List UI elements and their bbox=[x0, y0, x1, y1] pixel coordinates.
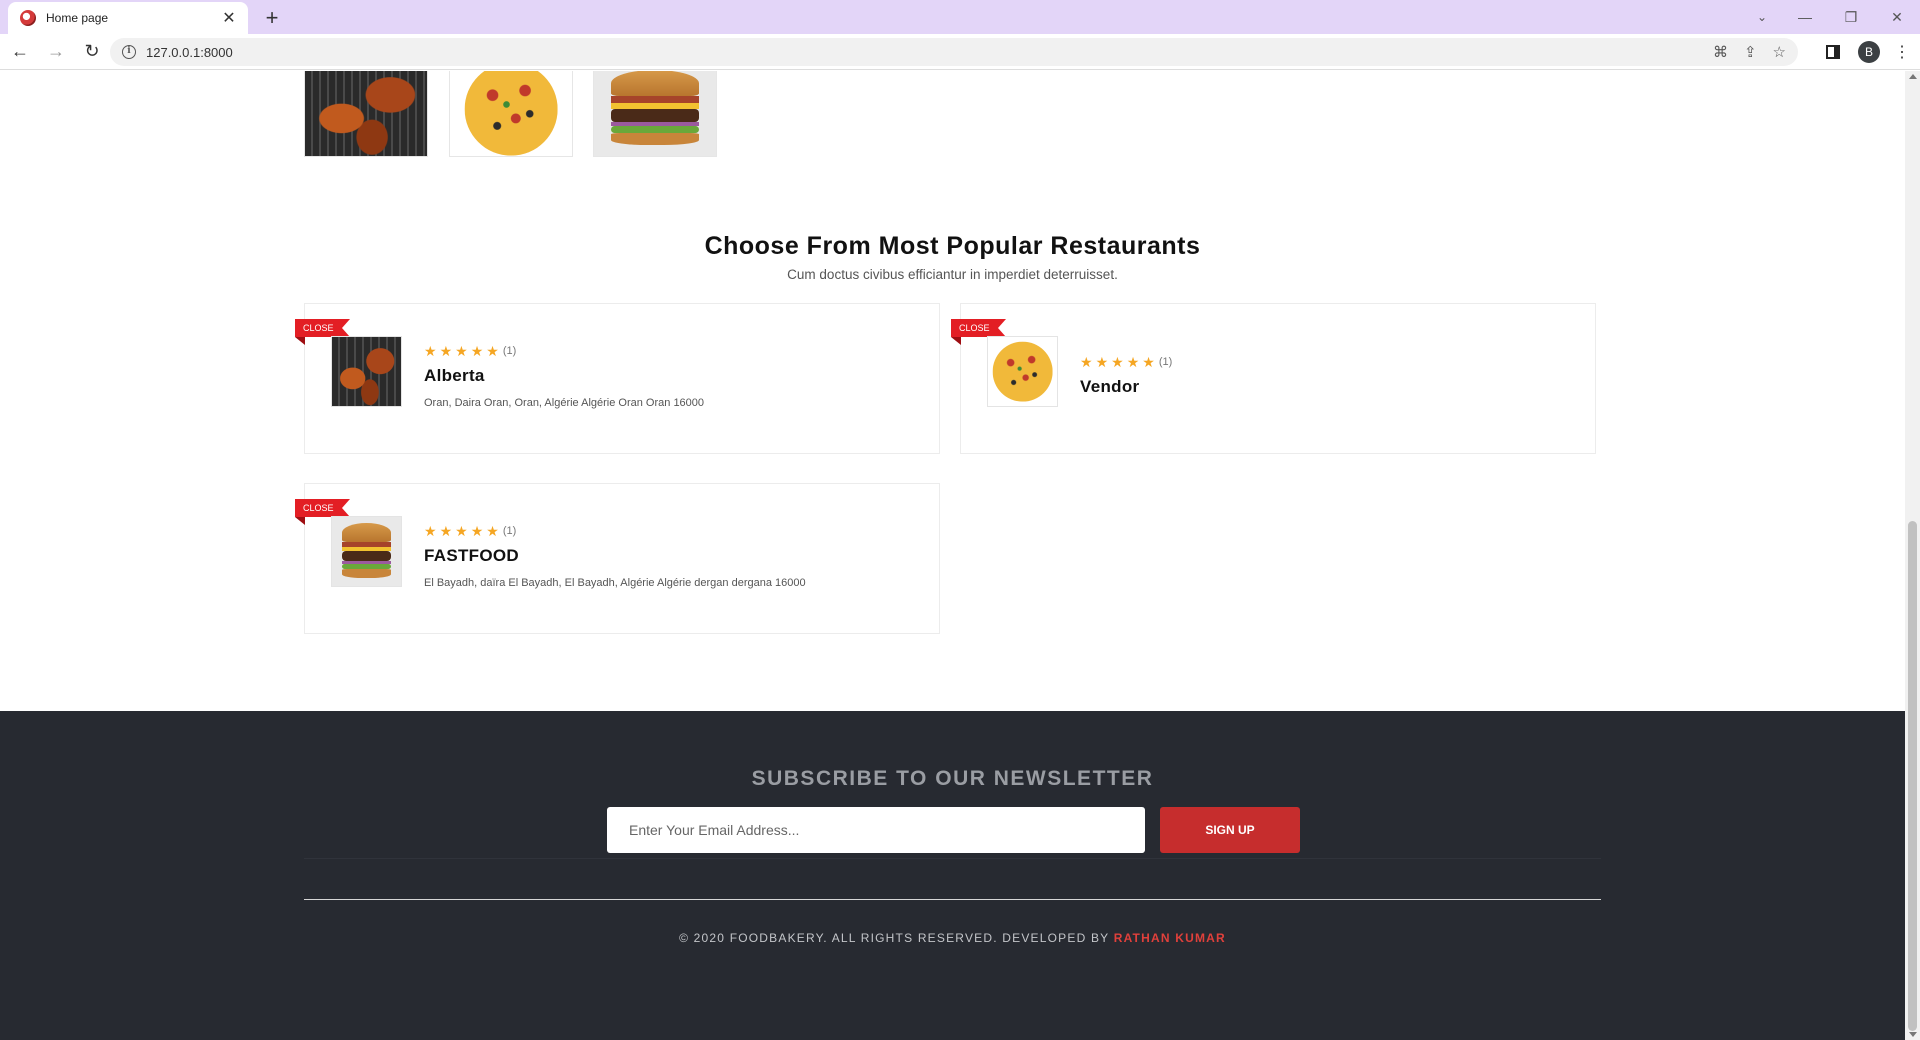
forward-icon[interactable]: → bbox=[40, 36, 72, 68]
rating-stars: ★ ★ ★ ★ ★ (1) bbox=[1080, 355, 1172, 369]
url-text[interactable]: 127.0.0.1:8000 bbox=[146, 45, 1697, 60]
restaurant-image[interactable] bbox=[987, 336, 1058, 407]
scroll-up-icon[interactable] bbox=[1909, 74, 1917, 79]
rating-count: (1) bbox=[502, 525, 517, 537]
close-tab-icon[interactable]: ✕ bbox=[220, 8, 238, 28]
category-thumb-burger[interactable] bbox=[593, 71, 717, 157]
pizza-image bbox=[465, 71, 558, 155]
star-icon: ★ bbox=[1142, 354, 1155, 370]
restaurant-card[interactable]: CLOSE ★ ★ ★ ★ ★ (1) FASTFOOD El Bayadh, … bbox=[295, 483, 940, 634]
favicon-icon bbox=[20, 10, 36, 26]
tab-search-icon[interactable]: ⌄ bbox=[1742, 10, 1782, 24]
email-field[interactable] bbox=[607, 807, 1145, 853]
copyright-text: © 2020 FOODBAKERY. ALL RIGHTS RESERVED. … bbox=[0, 931, 1905, 945]
star-icon: ★ bbox=[1095, 354, 1109, 370]
restaurant-address: Oran, Daira Oran, Oran, Algérie Algérie … bbox=[424, 397, 705, 409]
status-badge: CLOSE bbox=[295, 499, 349, 525]
toolbar-right: B ⋮ bbox=[1826, 38, 1910, 66]
star-icon: ★ bbox=[470, 343, 484, 359]
browser-toolbar: ← → ↻ i 127.0.0.1:8000 ⌘ ⇪ ☆ B ⋮ bbox=[0, 34, 1920, 70]
rating-stars: ★ ★ ★ ★ ★ (1) bbox=[424, 524, 806, 538]
status-badge: CLOSE bbox=[951, 319, 1005, 345]
restaurant-image[interactable] bbox=[331, 336, 402, 407]
close-window-icon[interactable]: ✕ bbox=[1874, 9, 1920, 26]
rating-count: (1) bbox=[502, 345, 517, 357]
developer-link[interactable]: RATHAN KUMAR bbox=[1114, 931, 1226, 945]
restaurant-address: El Bayadh, daïra El Bayadh, El Bayadh, A… bbox=[424, 577, 806, 589]
section-title: Choose From Most Popular Restaurants bbox=[704, 232, 1201, 260]
star-icon: ★ bbox=[439, 343, 453, 359]
star-icon: ★ bbox=[424, 523, 437, 539]
status-badge: CLOSE bbox=[295, 319, 349, 345]
restaurant-info: ★ ★ ★ ★ ★ (1) Vendor bbox=[1080, 355, 1172, 397]
chicken-image bbox=[305, 71, 427, 156]
kebab-menu-icon[interactable]: ⋮ bbox=[1894, 42, 1910, 62]
profile-avatar[interactable]: B bbox=[1858, 41, 1880, 63]
site-info-icon[interactable]: i bbox=[122, 45, 136, 59]
star-icon: ★ bbox=[455, 343, 468, 359]
chicken-image bbox=[332, 337, 401, 406]
page-scrollbar[interactable] bbox=[1905, 71, 1920, 1040]
category-thumb-chicken[interactable] bbox=[304, 71, 428, 157]
page-viewport: Choose From Most Popular Restaurants Cum… bbox=[0, 71, 1905, 1040]
rating-count: (1) bbox=[1158, 356, 1173, 368]
minimize-icon[interactable]: — bbox=[1782, 9, 1828, 25]
browser-tab[interactable]: Home page ✕ bbox=[8, 2, 248, 34]
reload-icon[interactable]: ↻ bbox=[76, 36, 108, 68]
scrollbar-thumb[interactable] bbox=[1908, 521, 1917, 1031]
restaurant-info: ★ ★ ★ ★ ★ (1) Alberta Oran, Daira Oran, … bbox=[424, 344, 704, 409]
star-icon: ★ bbox=[439, 523, 453, 539]
side-panel-icon[interactable] bbox=[1826, 45, 1840, 59]
star-icon: ★ bbox=[424, 343, 437, 359]
newsletter-title: SUBSCRIBE TO OUR NEWSLETTER bbox=[751, 767, 1154, 790]
tab-title: Home page bbox=[46, 11, 109, 25]
star-icon: ★ bbox=[455, 523, 468, 539]
site-footer: SUBSCRIBE TO OUR NEWSLETTER SIGN UP © 20… bbox=[0, 711, 1905, 1040]
restaurant-name[interactable]: Alberta bbox=[424, 366, 704, 386]
pizza-image bbox=[992, 341, 1053, 402]
star-icon: ★ bbox=[1111, 354, 1124, 370]
category-thumb-pizza[interactable] bbox=[449, 71, 573, 157]
new-tab-button[interactable]: + bbox=[258, 4, 286, 32]
section-subtitle: Cum doctus civibus efficiantur in imperd… bbox=[787, 267, 1118, 282]
divider bbox=[304, 858, 1601, 859]
divider bbox=[304, 899, 1601, 900]
burger-image bbox=[611, 71, 699, 148]
restaurant-info: ★ ★ ★ ★ ★ (1) FASTFOOD El Bayadh, daïra … bbox=[424, 524, 806, 589]
restaurant-name[interactable]: Vendor bbox=[1080, 377, 1172, 397]
restaurant-name[interactable]: FASTFOOD bbox=[424, 546, 806, 566]
copyright-label: © 2020 FOODBAKERY. ALL RIGHTS RESERVED. … bbox=[679, 931, 1110, 945]
share-icon[interactable]: ⇪ bbox=[1744, 43, 1757, 61]
bookmark-star-icon[interactable]: ☆ bbox=[1773, 43, 1786, 61]
star-icon: ★ bbox=[1126, 354, 1140, 370]
burger-image bbox=[341, 522, 392, 581]
restore-icon[interactable]: ❐ bbox=[1828, 9, 1874, 26]
translate-icon[interactable]: ⌘ bbox=[1713, 43, 1728, 61]
restaurant-card[interactable]: CLOSE ★ ★ ★ ★ ★ (1) Alberta Oran, Daira … bbox=[295, 303, 940, 454]
back-icon[interactable]: ← bbox=[4, 36, 36, 68]
restaurant-card[interactable]: CLOSE ★ ★ ★ ★ ★ (1) Vendor bbox=[951, 303, 1596, 454]
star-icon: ★ bbox=[470, 523, 484, 539]
star-icon: ★ bbox=[486, 523, 499, 539]
restaurant-image[interactable] bbox=[331, 516, 402, 587]
scroll-down-icon[interactable] bbox=[1909, 1032, 1917, 1037]
star-icon: ★ bbox=[486, 343, 499, 359]
browser-tab-bar: Home page ✕ + ⌄ — ❐ ✕ bbox=[0, 0, 1920, 34]
window-controls: ⌄ — ❐ ✕ bbox=[1742, 0, 1920, 34]
star-icon: ★ bbox=[1080, 354, 1093, 370]
address-bar[interactable]: i 127.0.0.1:8000 ⌘ ⇪ ☆ bbox=[110, 38, 1798, 66]
sign-up-button[interactable]: SIGN UP bbox=[1160, 807, 1300, 853]
rating-stars: ★ ★ ★ ★ ★ (1) bbox=[424, 344, 704, 358]
